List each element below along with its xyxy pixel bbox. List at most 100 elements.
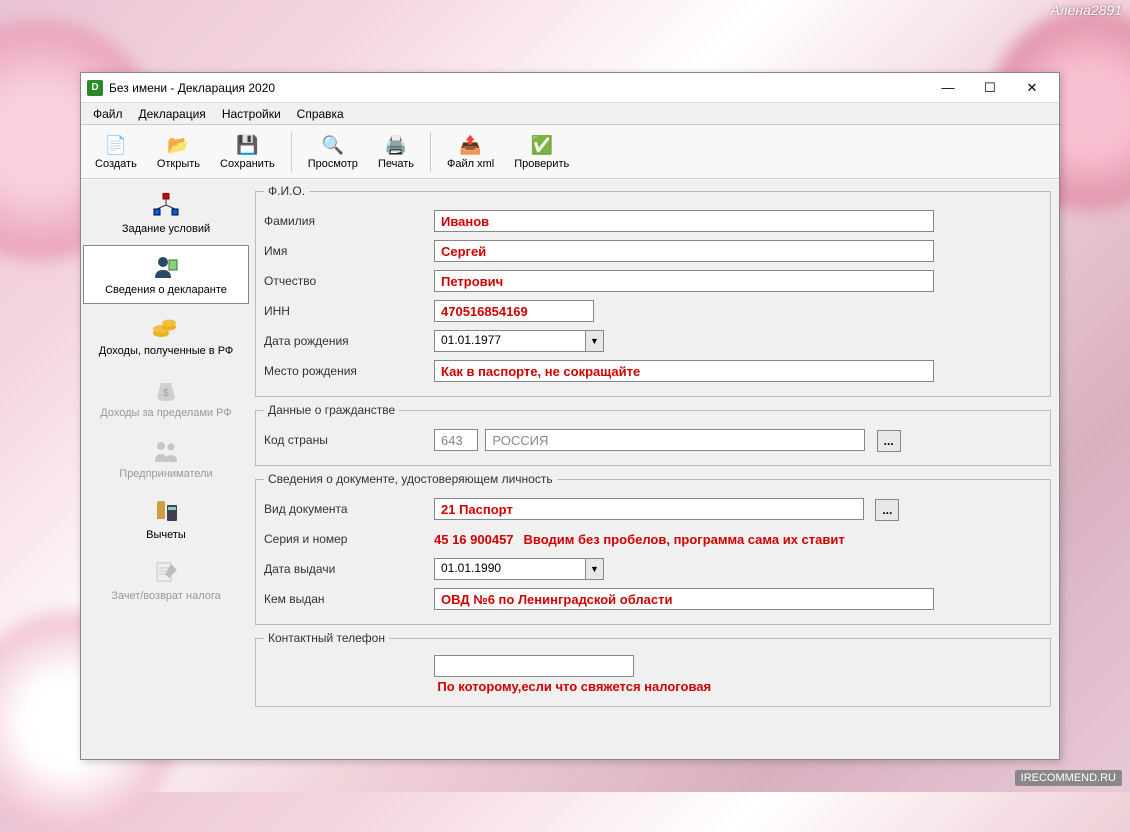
sidebar-item-income-foreign: $ Доходы за пределами РФ: [83, 368, 249, 427]
menu-help[interactable]: Справка: [289, 105, 352, 123]
conditions-icon: [149, 191, 183, 221]
menubar: Файл Декларация Настройки Справка: [81, 103, 1059, 125]
sidebar-item-declarant[interactable]: Сведения о декларанте: [83, 245, 249, 304]
series-value: 45 16 900457: [434, 532, 514, 547]
country-name-input: РОССИЯ: [485, 429, 865, 451]
country-code-input[interactable]: 643: [434, 429, 478, 451]
legend-fio: Ф.И.О.: [264, 184, 309, 198]
document-edit-icon: [149, 558, 183, 588]
tb-xml-label: Файл xml: [447, 158, 494, 170]
sack-icon: $: [149, 375, 183, 405]
main-form: Ф.И.О. Фамилия Иванов Имя Сергей Отчеств…: [251, 180, 1059, 759]
birthplace-input[interactable]: Как в паспорте, не сокращайте: [434, 360, 934, 382]
tb-save[interactable]: 💾 Сохранить: [212, 128, 283, 176]
legend-citizenship: Данные о гражданстве: [264, 403, 399, 417]
tb-preview[interactable]: 🔍 Просмотр: [300, 128, 366, 176]
name-input[interactable]: Сергей: [434, 240, 934, 262]
fieldset-fio: Ф.И.О. Фамилия Иванов Имя Сергей Отчеств…: [255, 184, 1051, 397]
tb-preview-label: Просмотр: [308, 158, 358, 170]
issue-date-label: Дата выдачи: [264, 562, 434, 576]
people-icon: [149, 436, 183, 466]
fieldset-citizenship: Данные о гражданстве Код страны 643 РОСС…: [255, 403, 1051, 466]
name-label: Имя: [264, 244, 434, 258]
chevron-down-icon[interactable]: ▼: [585, 331, 603, 351]
issue-date-value: 01.01.1990: [435, 559, 585, 579]
tb-xml[interactable]: 📤 Файл xml: [439, 128, 502, 176]
legend-document: Сведения о документе, удостоверяющем лич…: [264, 472, 557, 486]
sidebar-item-label: Доходы за пределами РФ: [100, 407, 231, 420]
tb-check-label: Проверить: [514, 158, 569, 170]
toolbar: 📄 Создать 📂 Открыть 💾 Сохранить 🔍 Просмо…: [81, 125, 1059, 179]
fieldset-document: Сведения о документе, удостоверяющем лич…: [255, 472, 1051, 625]
tb-check[interactable]: ✅ Проверить: [506, 128, 577, 176]
open-folder-icon: 📂: [166, 134, 190, 158]
sidebar-item-entrepreneurs: Предприниматели: [83, 429, 249, 488]
sidebar-item-label: Сведения о декларанте: [105, 284, 227, 297]
check-icon: ✅: [530, 134, 554, 158]
issued-by-input[interactable]: ОВД №6 по Ленинградской области: [434, 588, 934, 610]
titlebar: D Без имени - Декларация 2020 — ☐ ✕: [81, 73, 1059, 103]
patronymic-label: Отчество: [264, 274, 434, 288]
print-icon: 🖨️: [384, 134, 408, 158]
legend-contact: Контактный телефон: [264, 631, 389, 645]
dob-value: 01.01.1977: [435, 331, 585, 351]
tb-open[interactable]: 📂 Открыть: [149, 128, 208, 176]
sidebar-item-label: Задание условий: [122, 223, 210, 236]
surname-input[interactable]: Иванов: [434, 210, 934, 232]
phone-input[interactable]: [434, 655, 634, 677]
close-button[interactable]: ✕: [1011, 74, 1053, 102]
watermark-site: IRECOMMEND.RU: [1015, 770, 1122, 786]
maximize-button[interactable]: ☐: [969, 74, 1011, 102]
sidebar: Задание условий Сведения о декларанте До…: [81, 180, 251, 759]
sidebar-item-conditions[interactable]: Задание условий: [83, 184, 249, 243]
new-file-icon: 📄: [104, 134, 128, 158]
doc-type-input[interactable]: 21 Паспорт: [434, 498, 864, 520]
dob-datepicker[interactable]: 01.01.1977 ▼: [434, 330, 604, 352]
app-window: D Без имени - Декларация 2020 — ☐ ✕ Файл…: [80, 72, 1060, 760]
sidebar-item-income-rf[interactable]: Доходы, полученные в РФ: [83, 306, 249, 365]
series-note: Вводим без пробелов, программа сама их с…: [524, 532, 845, 547]
birthplace-label: Место рождения: [264, 364, 434, 378]
window-title: Без имени - Декларация 2020: [109, 81, 927, 95]
person-icon: [149, 252, 183, 282]
tb-print[interactable]: 🖨️ Печать: [370, 128, 422, 176]
sidebar-item-label: Предприниматели: [119, 468, 212, 481]
series-label: Серия и номер: [264, 532, 434, 546]
doc-type-label: Вид документа: [264, 502, 434, 516]
minimize-button[interactable]: —: [927, 74, 969, 102]
issued-by-label: Кем выдан: [264, 592, 434, 606]
chevron-down-icon[interactable]: ▼: [585, 559, 603, 579]
xml-export-icon: 📤: [459, 134, 483, 158]
calculator-icon: [149, 497, 183, 527]
country-code-label: Код страны: [264, 433, 434, 447]
sidebar-item-label: Вычеты: [146, 529, 186, 542]
tb-print-label: Печать: [378, 158, 414, 170]
inn-input[interactable]: 470516854169: [434, 300, 594, 322]
contact-note: По которому,если что свяжется налоговая: [437, 679, 737, 694]
tb-open-label: Открыть: [157, 158, 200, 170]
tb-new[interactable]: 📄 Создать: [87, 128, 145, 176]
toolbar-separator: [430, 132, 431, 172]
toolbar-separator: [291, 132, 292, 172]
country-browse-button[interactable]: ...: [877, 430, 901, 452]
tb-save-label: Сохранить: [220, 158, 275, 170]
sidebar-item-refund: Зачет/возврат налога: [83, 551, 249, 610]
menu-declaration[interactable]: Декларация: [131, 105, 214, 123]
svg-text:$: $: [163, 388, 169, 399]
patronymic-input[interactable]: Петрович: [434, 270, 934, 292]
doc-type-browse-button[interactable]: ...: [875, 499, 899, 521]
sidebar-item-label: Зачет/возврат налога: [111, 590, 221, 603]
issue-date-datepicker[interactable]: 01.01.1990 ▼: [434, 558, 604, 580]
content-area: Задание условий Сведения о декларанте До…: [81, 179, 1059, 759]
sidebar-item-label: Доходы, полученные в РФ: [99, 345, 234, 358]
menu-file[interactable]: Файл: [85, 105, 131, 123]
sidebar-item-deductions[interactable]: Вычеты: [83, 490, 249, 549]
tb-new-label: Создать: [95, 158, 137, 170]
preview-icon: 🔍: [321, 134, 345, 158]
app-icon: D: [87, 80, 103, 96]
save-disk-icon: 💾: [235, 134, 259, 158]
surname-label: Фамилия: [264, 214, 434, 228]
fieldset-contact: Контактный телефон По которому,если что …: [255, 631, 1051, 707]
dob-label: Дата рождения: [264, 334, 434, 348]
menu-settings[interactable]: Настройки: [214, 105, 289, 123]
